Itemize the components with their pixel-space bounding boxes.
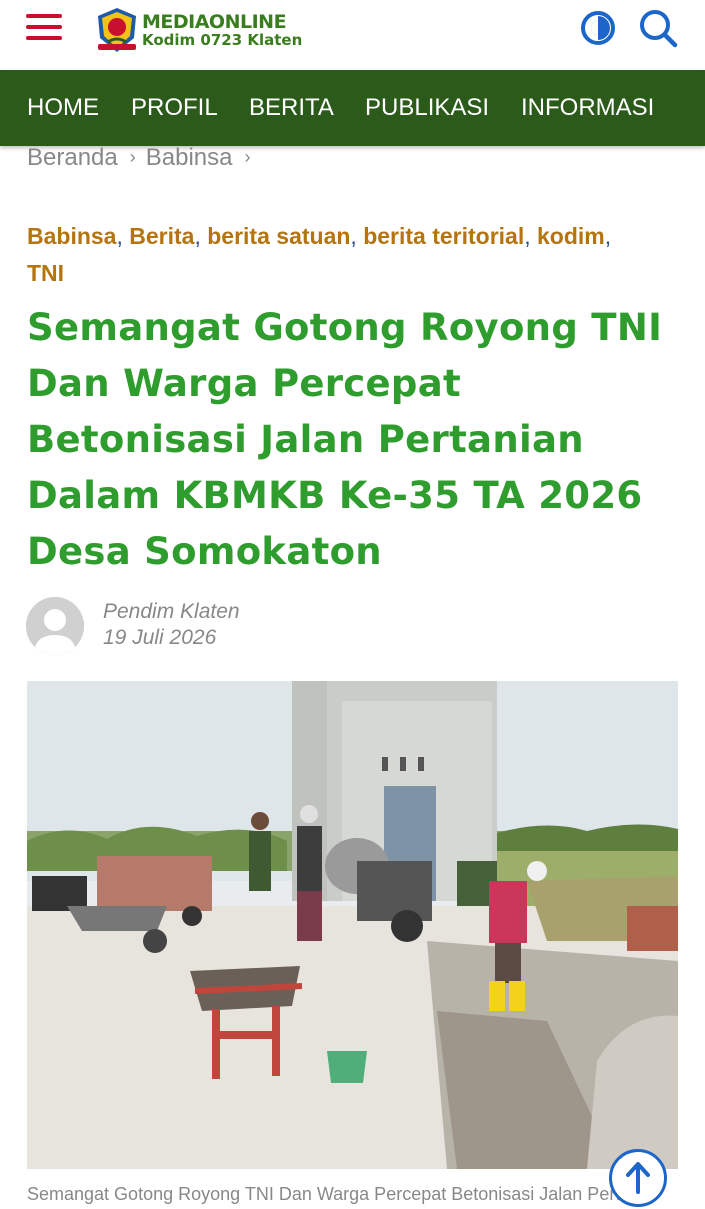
- nav-item-informasi[interactable]: INFORMASI: [521, 94, 654, 122]
- contrast-toggle-icon[interactable]: [580, 10, 616, 46]
- construction-photo: [27, 681, 678, 1169]
- category-link[interactable]: kodim: [537, 223, 605, 249]
- site-logo[interactable]: MEDIAONLINE Kodim 0723 Klaten: [94, 4, 302, 56]
- arrow-up-icon: [626, 1162, 650, 1194]
- category-link[interactable]: berita satuan: [207, 223, 350, 249]
- avatar[interactable]: [26, 597, 84, 655]
- user-icon: [26, 597, 84, 655]
- category-list: Babinsa, Berita, berita satuan, berita t…: [27, 223, 612, 286]
- nav-item-profil[interactable]: PROFIL: [131, 94, 218, 122]
- chevron-right-icon: ›: [244, 147, 251, 167]
- breadcrumb-item-babinsa[interactable]: Babinsa: [146, 144, 233, 171]
- main-navigation: HOME PROFIL BERITA PUBLIKASI INFORMASI: [0, 70, 705, 146]
- logo-title: MEDIAONLINE: [142, 10, 287, 33]
- image-caption: Semangat Gotong Royong TNI Dan Warga Per…: [27, 1184, 647, 1204]
- hamburger-menu-icon[interactable]: [26, 14, 62, 42]
- chevron-right-icon: ›: [129, 147, 136, 167]
- breadcrumb: Beranda › Babinsa ›: [27, 144, 260, 172]
- category-link[interactable]: Babinsa: [27, 223, 116, 249]
- kodim-emblem-icon: [98, 8, 136, 52]
- category-link[interactable]: berita teritorial: [363, 223, 524, 249]
- top-header: MEDIAONLINE Kodim 0723 Klaten: [0, 0, 705, 70]
- category-link[interactable]: TNI: [27, 260, 64, 286]
- category-link[interactable]: Berita: [129, 223, 194, 249]
- nav-item-home[interactable]: HOME: [27, 94, 99, 122]
- article-author[interactable]: Pendim Klaten: [103, 600, 240, 624]
- breadcrumb-item-beranda[interactable]: Beranda: [27, 144, 118, 171]
- nav-item-publikasi[interactable]: PUBLIKASI: [365, 94, 489, 122]
- logo-subtitle: Kodim 0723 Klaten: [142, 30, 303, 49]
- article-title: Semangat Gotong Royong TNI Dan Warga Per…: [27, 306, 663, 573]
- article-date: 19 Juli 2026: [103, 626, 217, 649]
- article-featured-image[interactable]: [27, 681, 678, 1169]
- back-to-top-button[interactable]: [609, 1149, 667, 1207]
- search-icon[interactable]: [638, 8, 678, 48]
- nav-item-berita[interactable]: BERITA: [249, 94, 334, 122]
